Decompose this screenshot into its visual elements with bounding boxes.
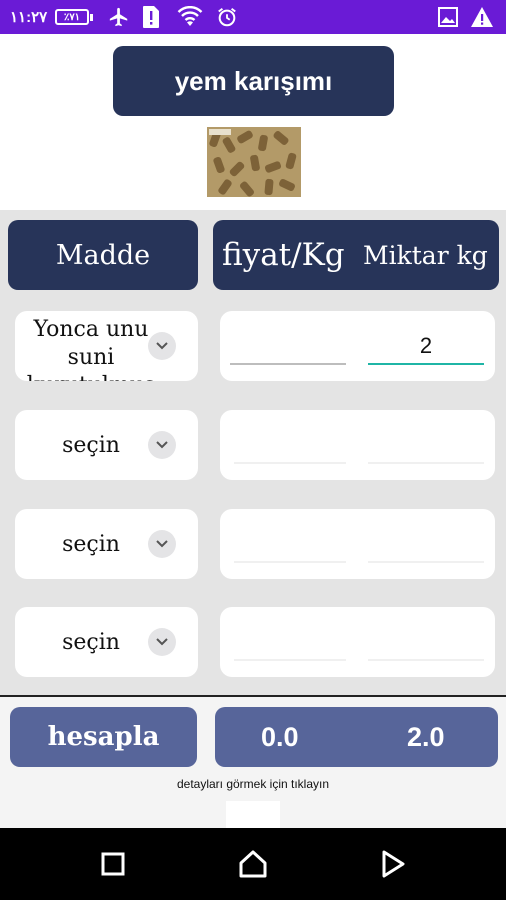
status-bar: ١١:٢٧ ٪٧١	[0, 0, 506, 34]
ingredient-select-label: seçin	[62, 433, 120, 458]
amount-underline-active	[368, 363, 484, 365]
warning-icon	[470, 0, 494, 34]
price-underline	[230, 363, 346, 365]
result-box: 0.0 2.0	[215, 707, 498, 767]
navigation-bar	[0, 828, 506, 900]
feed-table: Madde fiyat/Kg Miktar kg Yonca unu suni …	[0, 210, 506, 695]
home-icon[interactable]	[237, 848, 269, 880]
ingredient-select-label: seçin	[62, 532, 120, 557]
header: yem karışımı	[0, 34, 506, 210]
battery-level: ٪٧١	[55, 9, 89, 25]
price-underline	[234, 462, 346, 464]
total-price-value: 0.0	[261, 721, 299, 752]
details-link[interactable]: detayları görmek için tıklayın	[0, 777, 506, 791]
chevron-down-icon[interactable]	[148, 332, 176, 360]
amount-underline	[368, 659, 484, 661]
row-inputs-3	[220, 509, 495, 579]
battery-icon: ٪٧١	[55, 0, 93, 34]
column-header-price: fiyat/Kg	[222, 237, 345, 273]
ingredient-select-3[interactable]: seçin	[15, 509, 198, 579]
ingredient-select-label: seçin	[62, 630, 120, 655]
amount-underline	[368, 462, 484, 464]
row-inputs-2	[220, 410, 495, 480]
page-title: yem karışımı	[113, 46, 394, 116]
airplane-icon	[108, 0, 130, 34]
status-time: ١١:٢٧	[10, 9, 48, 26]
row-inputs-4	[220, 607, 495, 677]
sim-alert-icon	[142, 0, 160, 34]
ingredient-select-2[interactable]: seçin	[15, 410, 198, 480]
column-header-madde: Madde	[8, 220, 198, 290]
price-underline	[234, 561, 346, 563]
calculate-button[interactable]: hesapla	[10, 707, 197, 767]
column-header-amount: Miktar kg	[363, 240, 488, 270]
alarm-icon	[216, 0, 238, 34]
blank-area	[226, 801, 280, 828]
ingredient-select-label: Yonca unu suni kurutulmuş	[27, 317, 156, 381]
amount-input-1[interactable]: 2	[368, 333, 484, 359]
ingredient-select-1[interactable]: Yonca unu suni kurutulmuş	[15, 311, 198, 381]
amount-underline	[368, 561, 484, 563]
total-amount-value: 2.0	[407, 721, 445, 752]
row-inputs-1: 2	[220, 311, 495, 381]
feed-pellets-image	[207, 127, 301, 197]
ingredient-select-4[interactable]: seçin	[15, 607, 198, 677]
price-underline	[234, 659, 346, 661]
wifi-icon	[176, 0, 204, 34]
chevron-down-icon[interactable]	[148, 431, 176, 459]
chevron-down-icon[interactable]	[148, 530, 176, 558]
chevron-down-icon[interactable]	[148, 628, 176, 656]
recent-apps-icon[interactable]	[97, 848, 129, 880]
back-icon[interactable]	[377, 848, 409, 880]
image-icon	[438, 0, 458, 34]
results-panel: hesapla 0.0 2.0 detayları görmek için tı…	[0, 695, 506, 828]
column-header-group: fiyat/Kg Miktar kg	[213, 220, 499, 290]
